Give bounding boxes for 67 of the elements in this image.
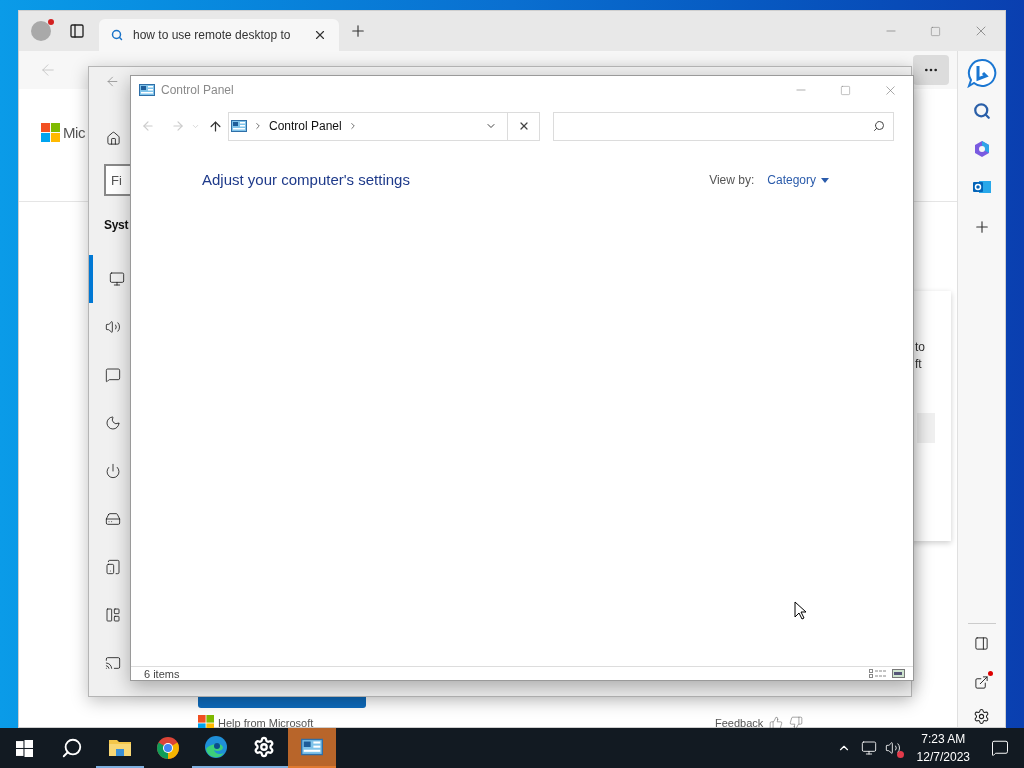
tab-title: how to use remote desktop to <box>133 27 291 44</box>
gear-icon <box>253 736 275 758</box>
help-text: Help from Microsoft <box>218 716 314 731</box>
gear-icon[interactable] <box>973 708 990 725</box>
thumbs-up-icon[interactable] <box>769 716 784 731</box>
new-tab-icon[interactable] <box>349 22 367 40</box>
network-icon[interactable] <box>860 740 877 756</box>
notifications-icon[interactable] <box>991 739 1009 757</box>
copilot-icon[interactable] <box>972 140 991 158</box>
speaker-icon[interactable] <box>884 740 901 756</box>
search-icon <box>61 737 83 759</box>
control-panel-icon <box>301 738 323 756</box>
tab-actions-icon[interactable] <box>69 23 85 39</box>
monitor-icon <box>109 271 125 287</box>
chrome-logo-icon <box>156 736 180 760</box>
dropdown-arrow-icon <box>821 177 829 183</box>
clock-time: 7:23 AM <box>921 731 966 748</box>
browser-tab[interactable]: how to use remote desktop to <box>99 19 339 51</box>
home-icon[interactable] <box>106 131 121 146</box>
sidebar-icon[interactable] <box>974 636 989 651</box>
drive-icon <box>105 511 121 527</box>
view-by-dropdown[interactable]: Category <box>767 171 829 189</box>
windows-logo-icon <box>15 739 33 757</box>
cast-icon <box>105 655 121 671</box>
speaker-icon <box>105 319 121 335</box>
moon-icon <box>105 415 121 431</box>
feedback-label: Feedback <box>715 716 764 731</box>
chat-bubble-icon[interactable] <box>966 58 997 88</box>
card-text: to <box>915 339 926 356</box>
thumbs-down-icon[interactable] <box>789 716 804 731</box>
brand-name: Mic <box>63 123 86 142</box>
external-link-icon[interactable] <box>974 675 989 690</box>
page-heading: Adjust your computer's settings <box>202 170 410 190</box>
control-panel-icon <box>139 84 155 96</box>
card-text: ft <box>915 356 923 373</box>
power-icon <box>105 463 121 479</box>
cursor-icon <box>794 601 807 620</box>
clear-button[interactable] <box>508 111 540 141</box>
edge-logo-icon <box>204 735 228 759</box>
chevron-icon <box>253 121 263 131</box>
close-icon[interactable] <box>313 28 327 42</box>
clock[interactable]: 7:23 AM 12/7/2023 <box>910 730 976 766</box>
search-icon <box>111 29 123 41</box>
section-title: Syst <box>104 217 130 234</box>
mail-app-icon[interactable] <box>972 178 991 196</box>
back-icon[interactable] <box>105 74 120 89</box>
details-view-icon[interactable] <box>869 669 886 678</box>
large-icons-view-icon[interactable] <box>892 669 905 678</box>
view-by-label: View by: <box>709 172 755 189</box>
search-icon[interactable] <box>972 102 991 120</box>
more-button[interactable] <box>913 55 949 85</box>
microsoft-logo-icon <box>41 123 60 142</box>
muted-badge <box>896 751 904 758</box>
message-icon <box>105 367 121 383</box>
panels-icon <box>105 607 121 623</box>
folder-icon <box>108 737 132 757</box>
search-field[interactable]: Fi <box>104 164 130 196</box>
profile-avatar[interactable] <box>31 21 51 41</box>
breadcrumb-item[interactable]: Control Panel <box>269 117 342 135</box>
up-icon[interactable] <box>208 118 223 134</box>
status-text: 6 items <box>144 667 180 680</box>
window-title: Control Panel <box>161 82 234 99</box>
address-bar[interactable]: Control Panel <box>228 111 508 141</box>
tablet-icon <box>105 559 121 575</box>
search-icon <box>873 120 885 132</box>
control-panel-icon <box>231 120 247 132</box>
clock-date: 12/7/2023 <box>916 749 970 766</box>
